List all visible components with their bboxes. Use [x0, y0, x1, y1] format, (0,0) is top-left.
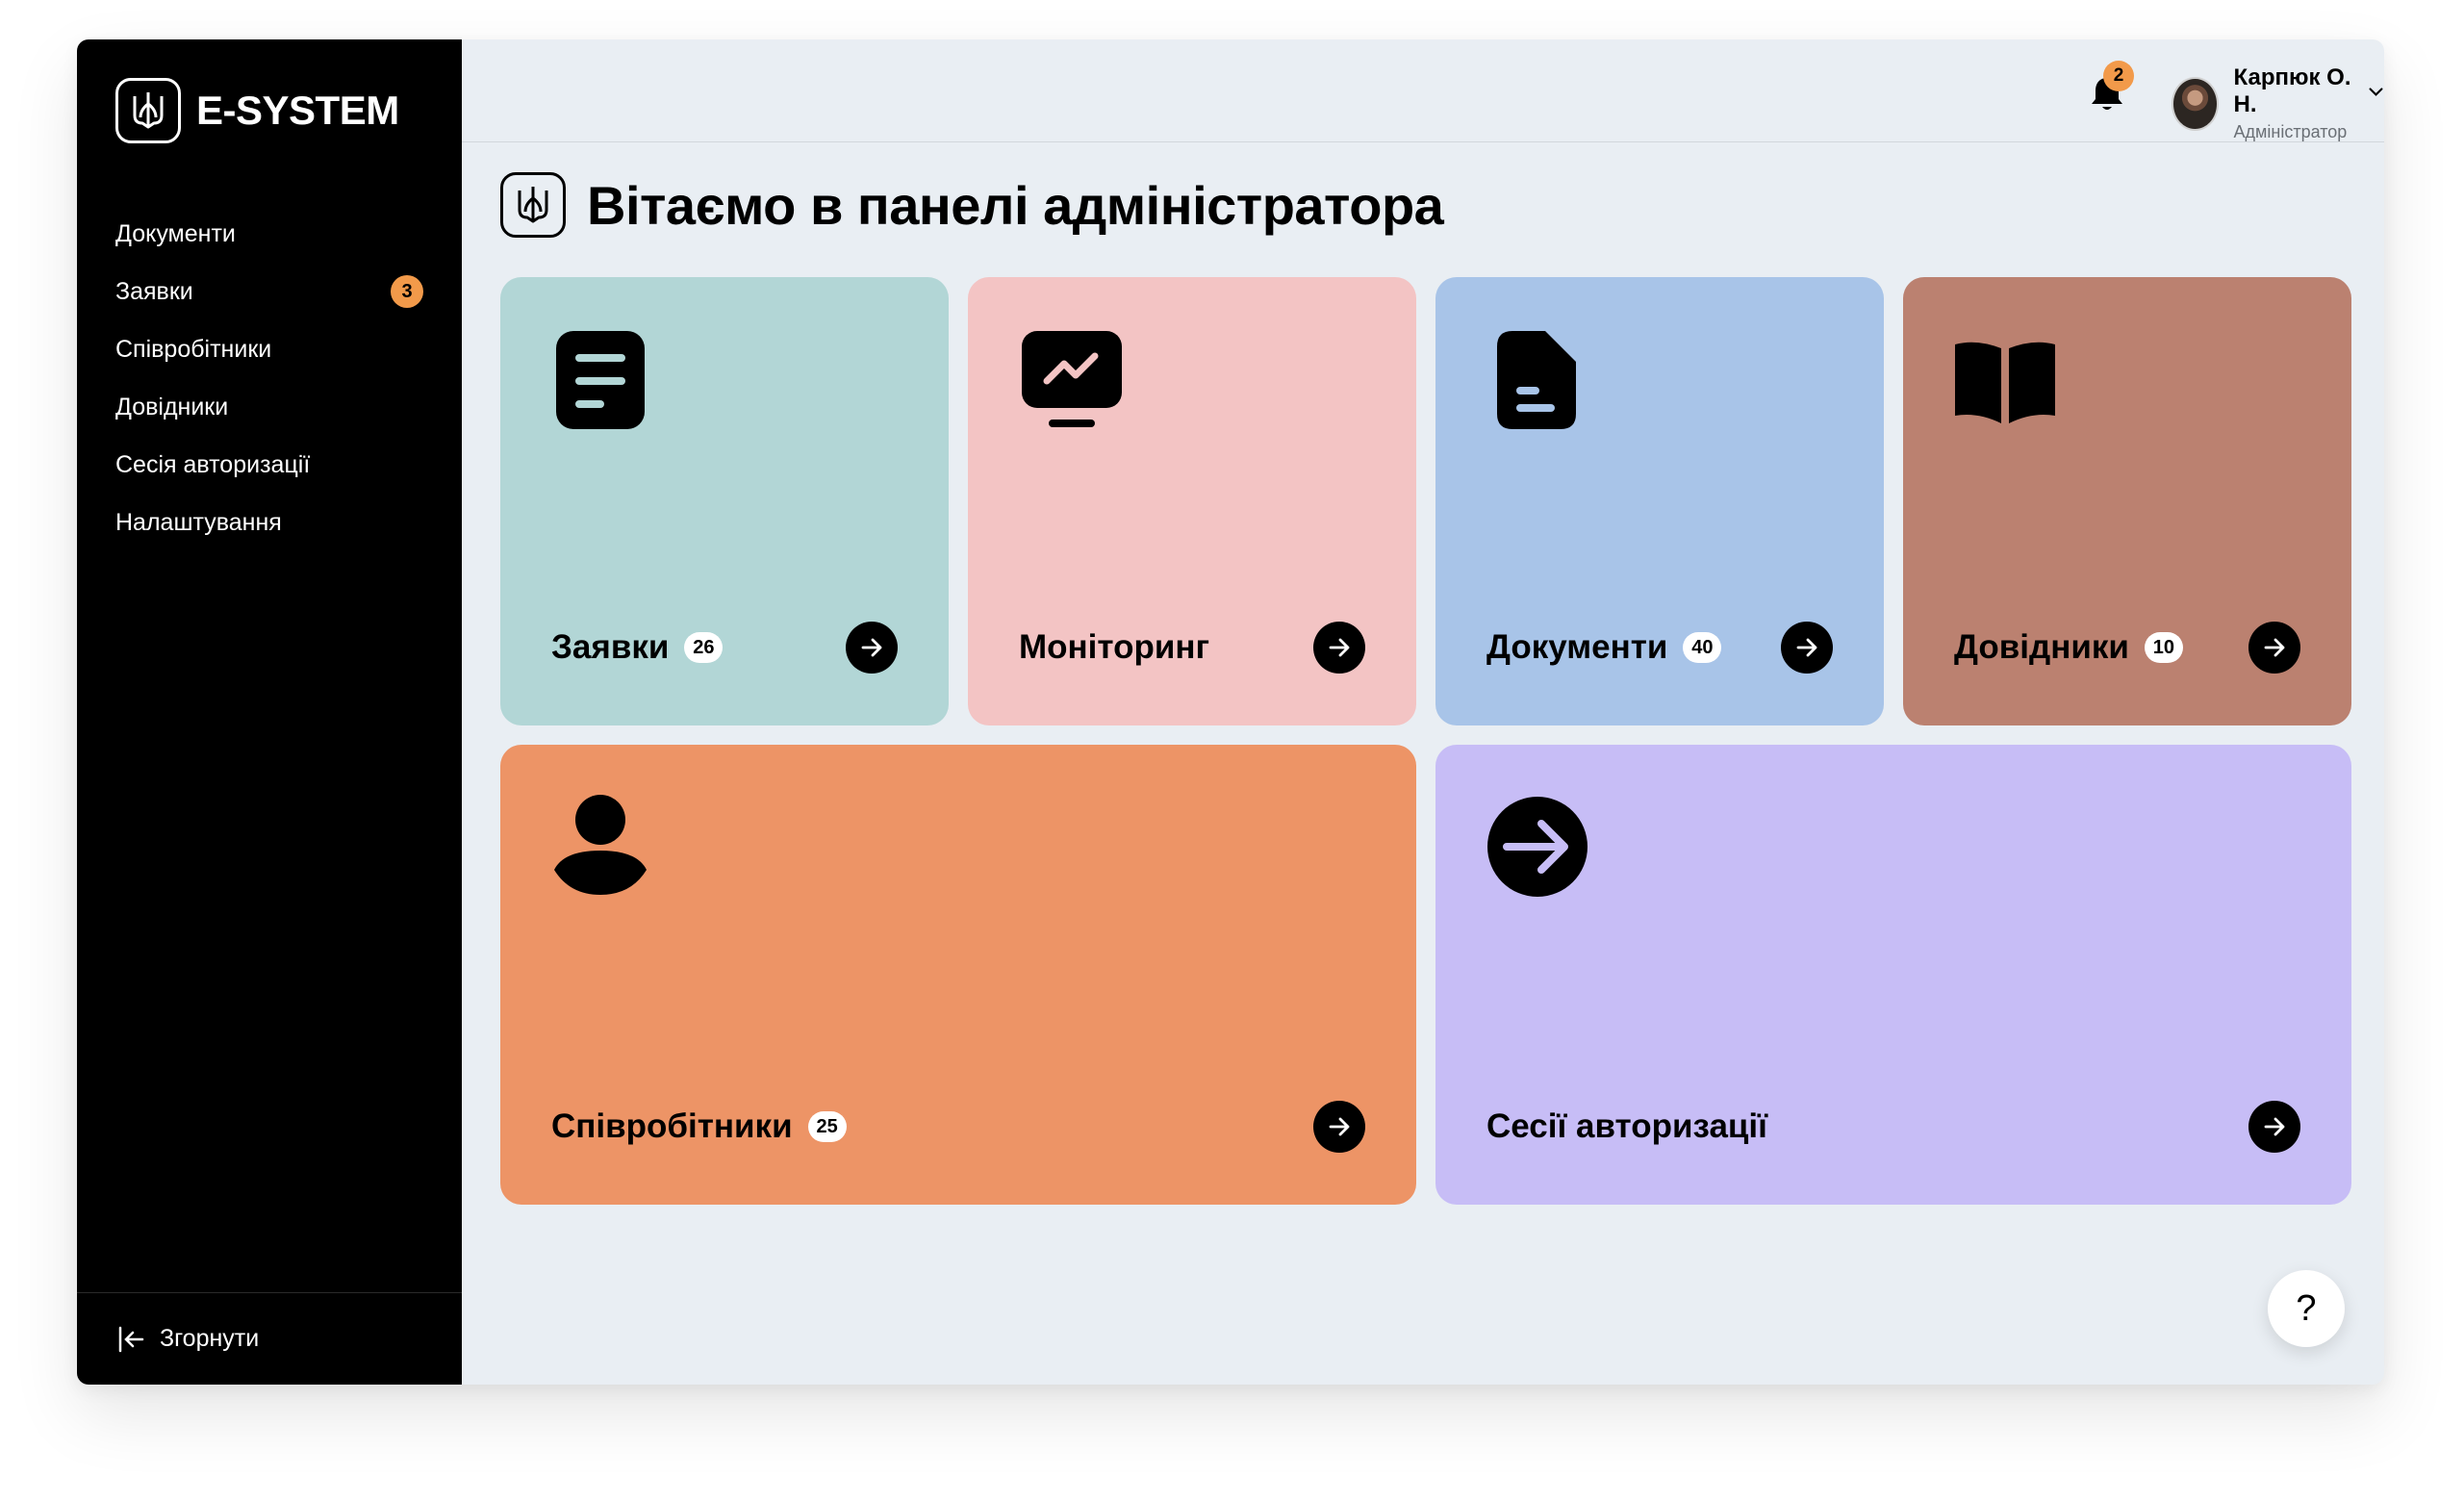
- count-badge: 25: [807, 1111, 847, 1142]
- file-icon: [1497, 331, 1576, 434]
- sidebar-item-settings[interactable]: Налаштування: [115, 494, 423, 551]
- sidebar-item-requests[interactable]: Заявки 3: [115, 263, 423, 320]
- sidebar-item-label: Довідники: [115, 393, 229, 420]
- user-icon: [554, 795, 647, 900]
- tile-requests[interactable]: Заявки 26: [500, 277, 949, 725]
- document-lines-icon: [556, 331, 645, 434]
- main-content: 2 Карпюк О. Н. Адміністратор Вітаємо в п…: [462, 39, 2384, 1385]
- trident-icon: [115, 78, 181, 143]
- avatar: [2172, 76, 2219, 131]
- login-arrow-icon: [1487, 797, 1588, 902]
- tile-monitoring[interactable]: Моніторинг: [968, 277, 1416, 725]
- sidebar: E-SYSTEM Документи Заявки 3 Співробітник…: [77, 39, 462, 1385]
- notifications-count: 2: [2103, 61, 2134, 91]
- arrow-right-icon[interactable]: [1781, 622, 1833, 674]
- user-menu[interactable]: Карпюк О. Н. Адміністратор: [2172, 64, 2384, 142]
- collapse-arrow-icon: [118, 1326, 144, 1352]
- sidebar-nav: Документи Заявки 3 Співробітники Довідни…: [115, 205, 423, 551]
- requests-badge: 3: [391, 275, 423, 308]
- arrow-right-icon[interactable]: [1313, 1101, 1365, 1153]
- trident-icon: [500, 172, 566, 238]
- arrow-right-icon[interactable]: [2248, 1101, 2300, 1153]
- chevron-down-icon: [2369, 88, 2383, 96]
- page-title-text: Вітаємо в панелі адміністратора: [587, 174, 1444, 236]
- sidebar-item-label: Налаштування: [115, 508, 282, 536]
- monitor-chart-icon: [1022, 331, 1122, 436]
- sidebar-item-label: Сесія авторизації: [115, 450, 311, 478]
- count-badge: 40: [1683, 632, 1722, 663]
- tile-employees[interactable]: Співробітники 25: [500, 745, 1416, 1205]
- user-role: Адміністратор: [2233, 122, 2348, 141]
- sidebar-item-employees[interactable]: Співробітники: [115, 320, 423, 378]
- collapse-button[interactable]: Згорнути: [77, 1292, 462, 1385]
- logo[interactable]: E-SYSTEM: [115, 78, 399, 143]
- arrow-right-icon[interactable]: [846, 622, 898, 674]
- count-badge: 10: [2144, 632, 2183, 663]
- app-window: E-SYSTEM Документи Заявки 3 Співробітник…: [77, 39, 2384, 1385]
- tile-directories[interactable]: Довідники 10: [1903, 277, 2351, 725]
- tile-label: Документи: [1486, 628, 1668, 666]
- top-bar: 2 Карпюк О. Н. Адміністратор: [462, 39, 2384, 142]
- tile-auth-sessions[interactable]: Сесії авторизації: [1435, 745, 2351, 1205]
- book-icon: [1955, 339, 2055, 428]
- collapse-label: Згорнути: [160, 1325, 260, 1352]
- notifications-button[interactable]: 2: [2086, 61, 2134, 114]
- tile-documents[interactable]: Документи 40: [1435, 277, 1884, 725]
- page-title: Вітаємо в панелі адміністратора: [500, 172, 1444, 238]
- tile-label: Довідники: [1954, 628, 2129, 666]
- user-name: Карпюк О. Н.: [2233, 64, 2351, 117]
- arrow-right-icon[interactable]: [2248, 622, 2300, 674]
- tile-label: Співробітники: [551, 1107, 793, 1145]
- count-badge: 26: [684, 632, 724, 663]
- sidebar-item-documents[interactable]: Документи: [115, 205, 423, 263]
- sidebar-item-label: Співробітники: [115, 335, 272, 363]
- tile-label: Сесії авторизації: [1486, 1107, 1767, 1145]
- sidebar-item-auth-session[interactable]: Сесія авторизації: [115, 436, 423, 494]
- sidebar-item-label: Документи: [115, 219, 236, 247]
- tile-label: Заявки: [551, 628, 670, 666]
- sidebar-item-label: Заявки: [115, 277, 193, 305]
- logo-text: E-SYSTEM: [196, 88, 399, 133]
- sidebar-item-directories[interactable]: Довідники: [115, 378, 423, 436]
- help-button[interactable]: ?: [2268, 1270, 2345, 1347]
- tile-label: Моніторинг: [1019, 628, 1210, 666]
- arrow-right-icon[interactable]: [1313, 622, 1365, 674]
